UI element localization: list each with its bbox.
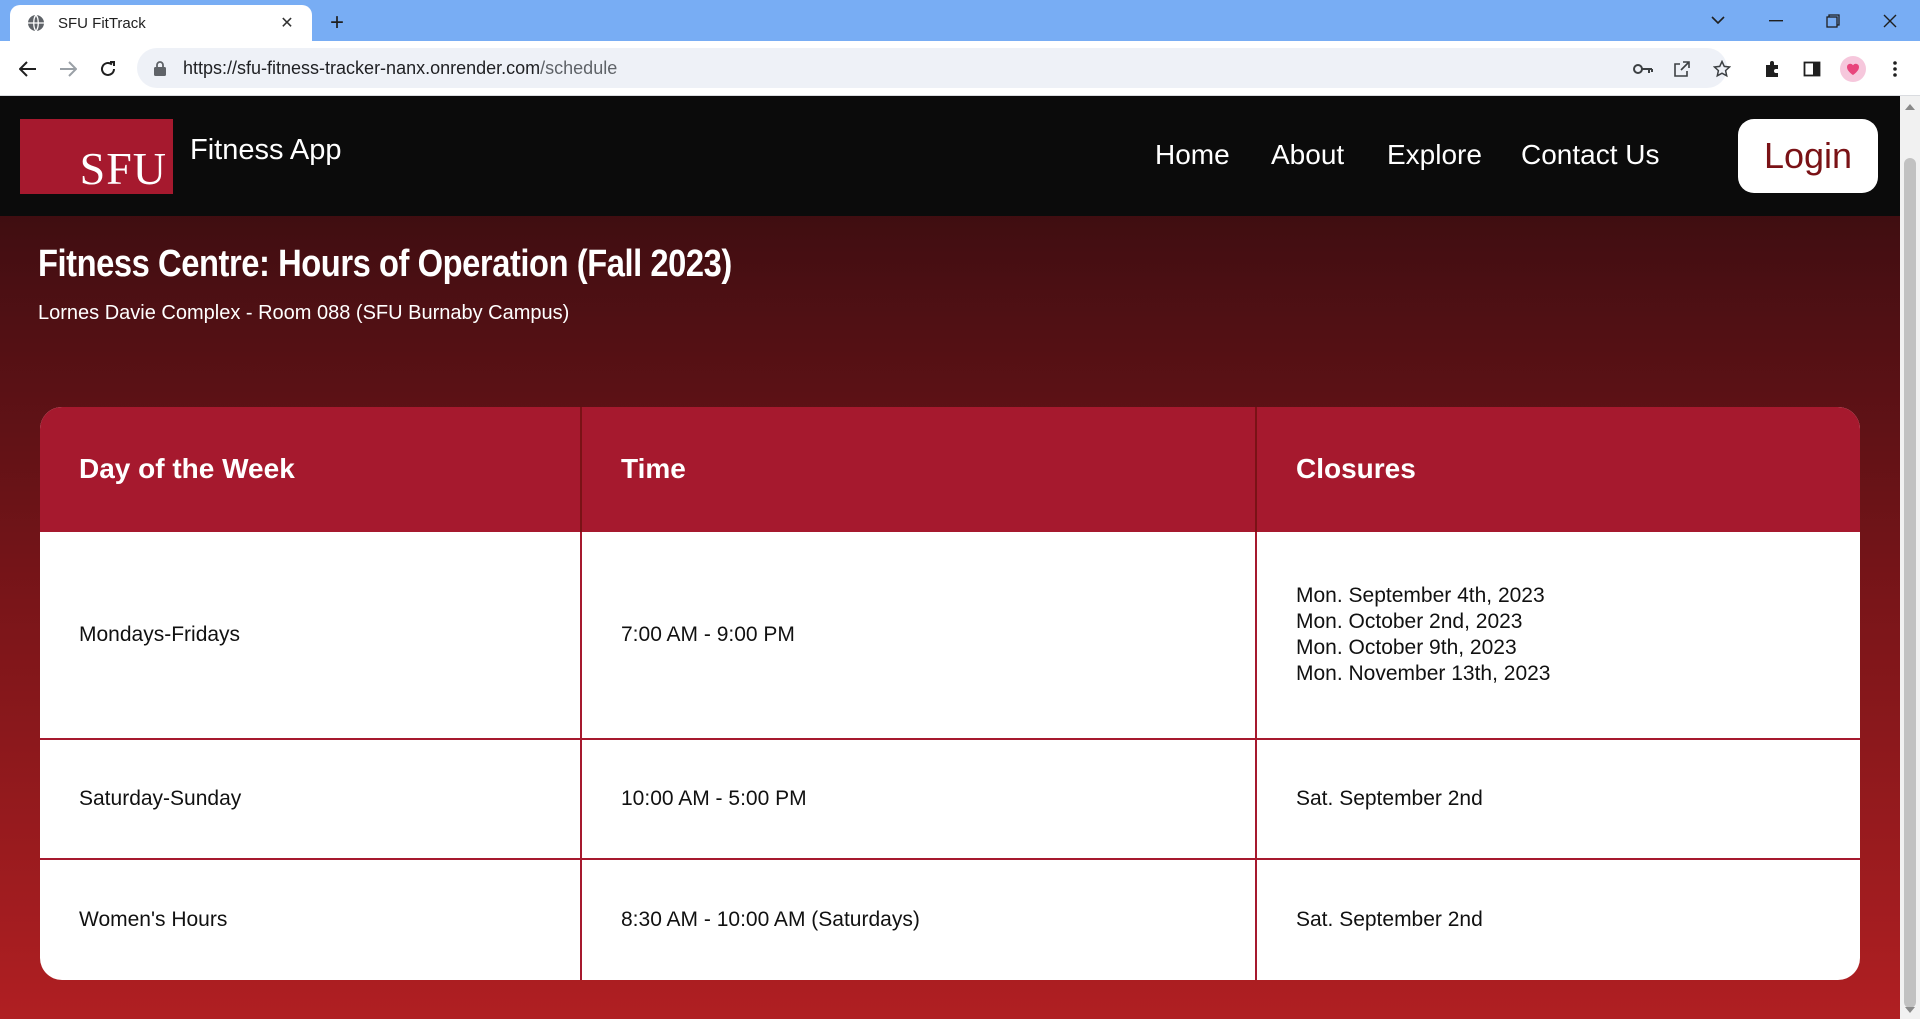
closure-date: Mon. October 2nd, 2023 <box>1296 609 1523 633</box>
globe-icon <box>26 13 46 33</box>
table-row: Saturday-Sunday 10:00 AM - 5:00 PM Sat. … <box>40 737 1860 860</box>
menu-kebab-icon[interactable] <box>1879 53 1911 85</box>
cell-time: 7:00 AM - 9:00 PM <box>581 530 1257 739</box>
forward-arrow-icon[interactable] <box>52 53 84 85</box>
nav-explore-link[interactable]: Explore <box>1387 139 1482 171</box>
browser-tab[interactable]: SFU FitTrack ✕ <box>10 5 312 41</box>
closure-date: Mon. November 13th, 2023 <box>1296 661 1551 685</box>
page-scrollbar[interactable] <box>1900 96 1920 1019</box>
scroll-down-arrow-icon[interactable] <box>1905 1007 1915 1013</box>
cell-closures: Sat. September 2nd <box>1256 858 1860 980</box>
login-button[interactable]: Login <box>1738 119 1878 193</box>
cell-closures: Sat. September 2nd <box>1256 737 1860 860</box>
closure-date: Sat. September 2nd <box>1296 908 1483 932</box>
nav-contact-link[interactable]: Contact Us <box>1521 139 1660 171</box>
column-header-day: Day of the Week <box>40 407 582 531</box>
lock-icon[interactable] <box>151 59 169 77</box>
cell-day: Women's Hours <box>40 858 582 980</box>
hours-table: Day of the Week Time Closures Mondays-Fr… <box>40 407 1860 980</box>
table-row: Women's Hours 8:30 AM - 10:00 AM (Saturd… <box>40 858 1860 980</box>
site-header: SFU Fitness App Home About Explore Conta… <box>0 96 1900 216</box>
url-text: https://sfu-fitness-tracker-nanx.onrende… <box>183 58 617 79</box>
minimize-icon[interactable] <box>1748 0 1804 41</box>
nav-home-link[interactable]: Home <box>1155 139 1230 171</box>
url-path: /schedule <box>540 57 618 78</box>
restore-icon[interactable] <box>1805 0 1861 41</box>
cell-day: Saturday-Sunday <box>40 737 582 860</box>
cell-day: Mondays-Fridays <box>40 530 582 739</box>
column-header-closures: Closures <box>1256 407 1860 531</box>
url-host: https://sfu-fitness-tracker-nanx.onrende… <box>183 57 541 78</box>
scroll-up-arrow-icon[interactable] <box>1905 104 1915 110</box>
bookmark-star-icon[interactable] <box>1706 53 1738 85</box>
sfu-logo[interactable]: SFU <box>20 119 173 194</box>
browser-toolbar: https://sfu-fitness-tracker-nanx.onrende… <box>0 41 1920 96</box>
profile-heart-icon[interactable] <box>1837 53 1869 85</box>
close-window-icon[interactable] <box>1862 0 1918 41</box>
close-tab-icon[interactable]: ✕ <box>276 12 298 34</box>
reload-icon[interactable] <box>92 53 124 85</box>
back-arrow-icon[interactable] <box>12 53 44 85</box>
tab-title: SFU FitTrack <box>58 14 146 32</box>
address-bar[interactable]: https://sfu-fitness-tracker-nanx.onrende… <box>137 48 1727 88</box>
closure-date: Mon. October 9th, 2023 <box>1296 635 1517 659</box>
page-title: Fitness Centre: Hours of Operation (Fall… <box>38 243 732 285</box>
browser-tabstrip: SFU FitTrack ✕ + <box>0 0 1920 41</box>
side-panel-icon[interactable] <box>1796 53 1828 85</box>
logo-text: SFU <box>79 143 167 194</box>
table-row: Mondays-Fridays 7:00 AM - 9:00 PM Mon. S… <box>40 530 1860 739</box>
scrollbar-thumb[interactable] <box>1904 158 1916 1008</box>
extensions-puzzle-icon[interactable] <box>1756 53 1788 85</box>
new-tab-plus-icon[interactable]: + <box>322 8 352 38</box>
hours-table-card: Day of the Week Time Closures Mondays-Fr… <box>40 407 1860 980</box>
table-header-row: Day of the Week Time Closures <box>40 407 1860 531</box>
cell-closures: Mon. September 4th, 2023 Mon. October 2n… <box>1256 530 1860 739</box>
share-icon[interactable] <box>1666 53 1698 85</box>
closure-date: Sat. September 2nd <box>1296 787 1483 811</box>
cell-time: 10:00 AM - 5:00 PM <box>581 737 1257 860</box>
app-name: Fitness App <box>190 134 342 166</box>
page-viewport: SFU Fitness App Home About Explore Conta… <box>0 96 1900 1019</box>
page-subtitle: Lornes Davie Complex - Room 088 (SFU Bur… <box>38 302 570 324</box>
column-header-time: Time <box>581 407 1257 531</box>
nav-about-link[interactable]: About <box>1271 139 1344 171</box>
cell-time: 8:30 AM - 10:00 AM (Saturdays) <box>581 858 1257 980</box>
key-icon[interactable] <box>1627 53 1659 85</box>
tab-search-chevron-icon[interactable] <box>1690 0 1746 41</box>
closure-date: Mon. September 4th, 2023 <box>1296 583 1545 607</box>
